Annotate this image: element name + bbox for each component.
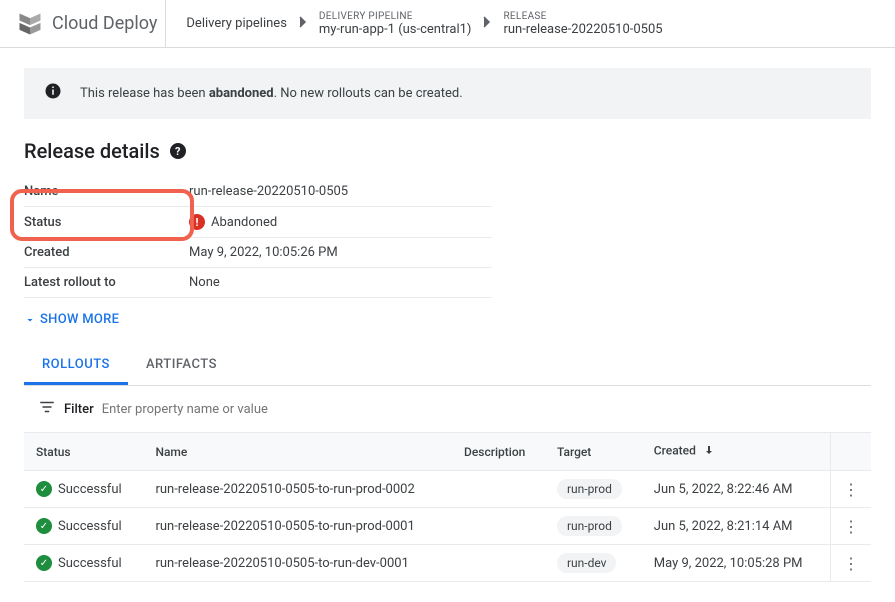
cell-menu: ⋮: [831, 508, 872, 545]
cell-menu: ⋮: [831, 545, 872, 582]
table-header-row: Status Name Description Target Created: [24, 433, 871, 471]
col-created-label: Created: [654, 444, 696, 458]
banner-prefix: This release has been: [80, 86, 209, 101]
kebab-menu-icon[interactable]: ⋮: [843, 480, 859, 499]
detail-row-name: Name run-release-20220510-0505: [24, 177, 492, 207]
sort-desc-icon: [703, 443, 715, 460]
col-created[interactable]: Created: [642, 433, 831, 471]
status-text: Successful: [58, 519, 122, 534]
breadcrumb-release-label: RELEASE: [503, 11, 662, 22]
help-icon[interactable]: ?: [170, 143, 186, 159]
detail-label: Status: [24, 215, 61, 230]
cell-target: run-dev: [545, 545, 642, 582]
banner-text: This release has been abandoned. No new …: [80, 86, 463, 101]
target-chip[interactable]: run-prod: [557, 479, 622, 499]
breadcrumb-release-value: run-release-20220510-0505: [503, 22, 662, 37]
col-menu: [831, 433, 872, 471]
tabs: ROLLOUTS ARTIFACTS: [24, 347, 871, 386]
detail-label: Created: [24, 238, 189, 268]
filter-icon[interactable]: [38, 398, 56, 420]
cell-name[interactable]: run-release-20220510-0505-to-run-prod-00…: [143, 508, 452, 545]
cell-description: [452, 545, 545, 582]
tab-rollouts[interactable]: ROLLOUTS: [24, 347, 128, 385]
filter-input[interactable]: [102, 402, 857, 417]
col-name[interactable]: Name: [143, 433, 452, 471]
breadcrumb-pipeline-value: my-run-app-1 (us-central1): [319, 22, 472, 37]
cell-status: ✓ Successful: [24, 471, 143, 508]
breadcrumb-pipeline[interactable]: DELIVERY PIPELINE my-run-app-1 (us-centr…: [315, 11, 476, 37]
info-icon: [44, 82, 62, 105]
kebab-menu-icon[interactable]: ⋮: [843, 554, 859, 573]
cell-target: run-prod: [545, 471, 642, 508]
product-name: Cloud Deploy: [52, 13, 157, 34]
col-description[interactable]: Description: [452, 433, 545, 471]
detail-value: May 9, 2022, 10:05:26 PM: [189, 238, 492, 268]
success-icon: ✓: [36, 518, 52, 534]
table-row: ✓ Successful run-release-20220510-0505-to-…: [24, 471, 871, 508]
table-row: ✓ Successful run-release-20220510-0505-to-…: [24, 508, 871, 545]
abandoned-banner: This release has been abandoned. No new …: [24, 68, 871, 119]
breadcrumbs: Delivery pipelines DELIVERY PIPELINE my-…: [166, 11, 666, 37]
target-chip[interactable]: run-dev: [557, 553, 617, 573]
chevron-right-icon: [291, 16, 315, 32]
target-chip[interactable]: run-prod: [557, 516, 622, 536]
breadcrumb-root[interactable]: Delivery pipelines: [182, 16, 291, 31]
error-icon: !: [189, 214, 205, 230]
cell-created: Jun 5, 2022, 8:21:14 AM: [642, 508, 831, 545]
kebab-menu-icon[interactable]: ⋮: [843, 517, 859, 536]
banner-bold: abandoned: [209, 86, 274, 101]
cell-description: [452, 471, 545, 508]
rollouts-table: Status Name Description Target Created ✓…: [24, 432, 871, 582]
status-text: Successful: [58, 482, 122, 497]
tab-artifacts[interactable]: ARTIFACTS: [128, 347, 235, 385]
cell-menu: ⋮: [831, 471, 872, 508]
show-more-label: SHOW MORE: [40, 312, 119, 327]
filter-row: Filter: [24, 386, 871, 432]
filter-label: Filter: [64, 402, 94, 417]
section-title-row: Release details ?: [24, 139, 871, 163]
col-status[interactable]: Status: [24, 433, 143, 471]
detail-value: run-release-20220510-0505: [189, 177, 492, 207]
topbar: Cloud Deploy Delivery pipelines DELIVERY…: [0, 0, 895, 48]
chevron-down-icon: [24, 314, 36, 326]
breadcrumb-pipeline-label: DELIVERY PIPELINE: [319, 11, 472, 22]
detail-label: Latest rollout to: [24, 268, 189, 298]
cell-status: ✓ Successful: [24, 508, 143, 545]
cell-description: [452, 508, 545, 545]
cloud-deploy-logo-icon: [16, 10, 44, 38]
cell-name[interactable]: run-release-20220510-0505-to-run-prod-00…: [143, 471, 452, 508]
success-icon: ✓: [36, 555, 52, 571]
cell-created: May 9, 2022, 10:05:28 PM: [642, 545, 831, 582]
page-title: Release details: [24, 139, 160, 163]
status-cell: ! Abandoned: [189, 214, 492, 230]
banner-suffix: . No new rollouts can be created.: [274, 86, 463, 101]
detail-row-status: Status ! Abandoned: [24, 207, 492, 238]
main-content: This release has been abandoned. No new …: [0, 48, 895, 602]
detail-value: None: [189, 268, 492, 298]
status-value: Abandoned: [211, 215, 277, 230]
chevron-right-icon: [475, 16, 499, 32]
col-target[interactable]: Target: [545, 433, 642, 471]
success-icon: ✓: [36, 481, 52, 497]
detail-row-latest: Latest rollout to None: [24, 268, 492, 298]
status-text: Successful: [58, 556, 122, 571]
detail-label: Name: [24, 177, 189, 207]
cell-name[interactable]: run-release-20220510-0505-to-run-dev-000…: [143, 545, 452, 582]
product-area: Cloud Deploy: [8, 0, 166, 47]
show-more-toggle[interactable]: SHOW MORE: [24, 312, 871, 327]
cell-created: Jun 5, 2022, 8:22:46 AM: [642, 471, 831, 508]
cell-status: ✓ Successful: [24, 545, 143, 582]
table-row: ✓ Successful run-release-20220510-0505-to-…: [24, 545, 871, 582]
breadcrumb-release[interactable]: RELEASE run-release-20220510-0505: [499, 11, 666, 37]
detail-row-created: Created May 9, 2022, 10:05:26 PM: [24, 238, 492, 268]
cell-target: run-prod: [545, 508, 642, 545]
details-table: Name run-release-20220510-0505 Status ! …: [24, 177, 492, 298]
